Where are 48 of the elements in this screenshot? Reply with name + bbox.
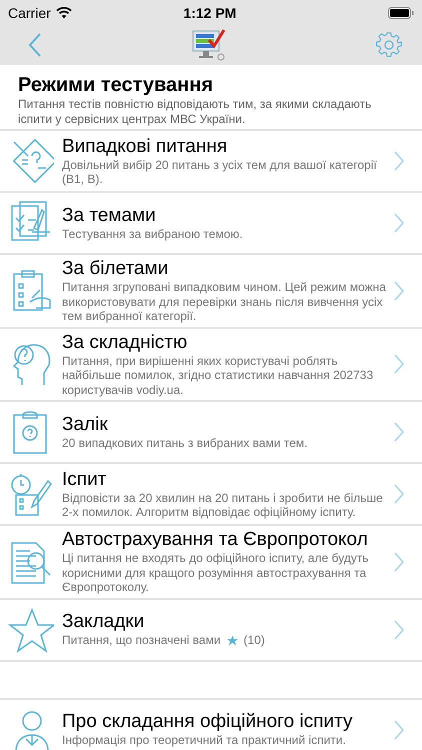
row-description: Ці питання не входять до офіційного іспиту, але будуть корисними для кращого розуміння автострахування та Європротоколу. xyxy=(62,551,370,594)
chevron-icon xyxy=(394,280,404,301)
row-description: 20 випадкових питань з вибраних вами тем. xyxy=(62,436,308,450)
settings-icon[interactable] xyxy=(376,32,402,58)
wifi-icon xyxy=(56,6,72,18)
row-title: Залік xyxy=(62,414,109,436)
chevron-icon xyxy=(394,151,404,171)
menu-row[interactable]: За складністю Питання, при вирішенні яких користувачі роблять найбільше помилок, згідно статистики навчання 202733 користувачів vodiy.ua. xyxy=(0,328,422,402)
row-title: За темами xyxy=(62,204,157,227)
chevron-icon xyxy=(394,422,404,442)
menu-row[interactable]: Іспит Відповісти за 20 хвилин на 20 питань і зробити не більше 2-х помилок. Алгоритм відповідає офіційному іспиту. xyxy=(0,464,422,526)
star-icon xyxy=(226,635,238,646)
chevron-icon xyxy=(394,213,404,233)
chevron-icon xyxy=(394,620,404,640)
row-description: Відповісти за 20 хвилин на 20 питань і зробити не більше 2-х помилок. Алгоритм відповідає офіційному іспиту. xyxy=(62,490,384,520)
menu-row[interactable]: Про складання офіційного іспиту Інформація про теоретичний та практичний іспити. xyxy=(0,698,422,750)
menu-row[interactable]: Залік 20 випадкових питань з вибраних вами тем. xyxy=(0,402,422,464)
row-description: Питання, що позначені вами xyxy=(62,633,221,648)
clock-time: 1:12 PM xyxy=(182,4,238,20)
row-description: Тестування за вибраною темою. xyxy=(62,226,244,242)
star-outline-icon xyxy=(8,606,54,652)
menu-row[interactable]: За білетами Питання згруповані випадковим чином. Цей режим можна використовувати для перевірки знань після вивчення усіх тем вибранної категорії. xyxy=(0,255,422,328)
row-title: За білетами xyxy=(62,258,170,280)
row-description: Довільний вибір 20 питань з усіх тем для вашої категорії (B1, B). xyxy=(62,158,378,186)
section-title: Режими тестування xyxy=(18,74,214,97)
row-title: За складністю xyxy=(62,332,188,354)
row-title: Про складання офіційного іспиту xyxy=(62,711,354,734)
bookmark-count: (10) xyxy=(244,633,265,648)
row-description: Інформація про теоретичний та практичний іспити. xyxy=(62,733,347,748)
menu-row[interactable]: Автострахування та Європротокол Ці питання не входять до офіційного іспиту, але будуть корисними для кращого розуміння автострахування та Європротоколу. xyxy=(0,526,422,600)
row-title: Автострахування та Європротокол xyxy=(62,529,369,551)
battery-icon xyxy=(388,6,414,18)
menu-row[interactable]: Закладки Питання, що позначені вами (10) xyxy=(0,600,422,662)
chevron-icon xyxy=(394,552,404,572)
menu-row[interactable]: За темами Тестування за вибраною темою. xyxy=(0,193,422,255)
test-monitor-icon xyxy=(191,28,227,62)
section-description: Питання тестів повністю відповідають тим, за якими складають іспити у сервісних центрах МВС України. xyxy=(18,97,372,126)
menu-row[interactable]: Випадкові питання Довільний вибір 20 питань з усіх тем для вашої категорії (B1, B). xyxy=(0,131,422,193)
carrier-label: Carrier xyxy=(8,4,51,20)
row-description: Питання, при вирішенні яких користувачі роблять найбільше помилок, згідно статистики навчання 202733 користувачів vodiy.ua. xyxy=(62,354,374,397)
row-title: Випадкові питання xyxy=(62,136,228,158)
back-chevron-icon[interactable] xyxy=(28,33,42,57)
chevron-icon xyxy=(394,354,404,374)
row-title: Закладки xyxy=(62,611,146,634)
chevron-icon xyxy=(394,720,404,740)
row-description: Питання згруповані випадковим чином. Цей режим можна використовувати для перевірки знань після вивчення усіх тем вибранної категорії. xyxy=(62,280,386,324)
chevron-icon xyxy=(394,484,404,504)
row-title: Іспит xyxy=(62,468,108,490)
